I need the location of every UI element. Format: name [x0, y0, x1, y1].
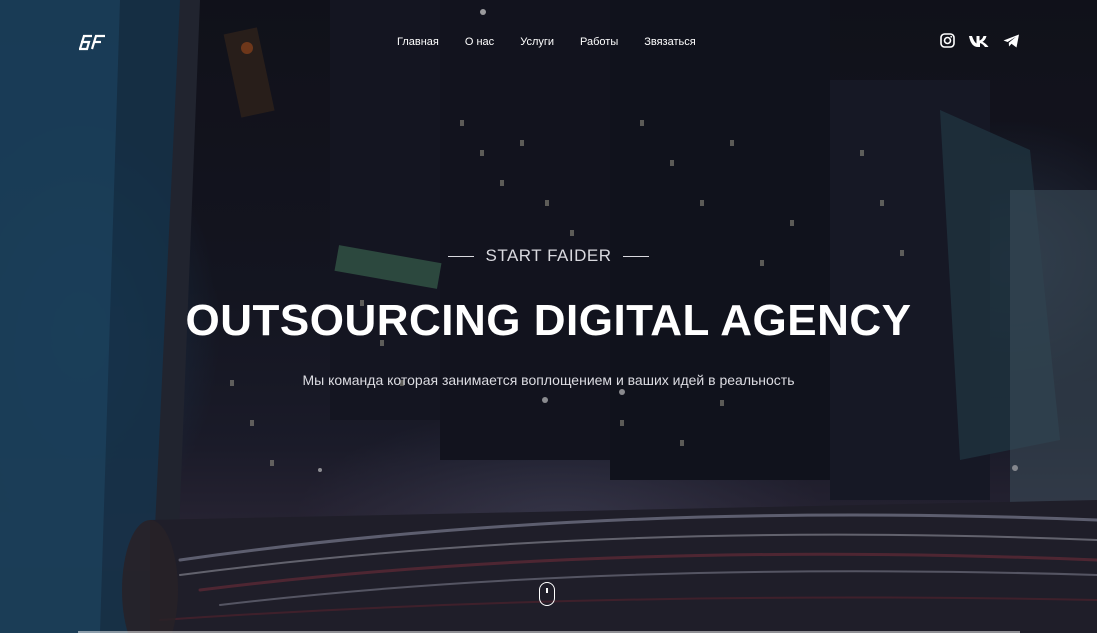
divider-line-left [447, 256, 474, 258]
mouse-icon[interactable] [539, 582, 555, 606]
site-header: Главная О нас Услуги Работы Звязаться [0, 0, 1097, 84]
telegram-icon[interactable] [1003, 34, 1020, 53]
divider-line-right [623, 256, 650, 258]
main-nav: Главная О нас Услуги Работы Звязаться [397, 35, 722, 49]
hero-section: Главная О нас Услуги Работы Звязаться ST… [0, 0, 1097, 633]
nav-link-contact[interactable]: Звязаться [644, 35, 695, 49]
hero-headline: OUTSOURCING DIGITAL AGENCY [185, 296, 912, 345]
nav-link-works[interactable]: Работы [580, 35, 618, 49]
hero-eyebrow: START FAIDER [0, 246, 1097, 266]
hero-eyebrow-text: START FAIDER [485, 246, 612, 265]
instagram-icon[interactable] [940, 33, 955, 53]
social-links [940, 33, 1033, 53]
nav-link-services[interactable]: Услуги [520, 35, 554, 49]
logo-icon[interactable] [78, 33, 106, 51]
vk-icon[interactable] [968, 34, 990, 53]
nav-link-home[interactable]: Главная [397, 35, 439, 49]
hero-subline: Мы команда которая занимается воплощение… [302, 372, 795, 388]
nav-link-about[interactable]: О нас [465, 35, 494, 49]
mouse-wheel [546, 588, 548, 593]
